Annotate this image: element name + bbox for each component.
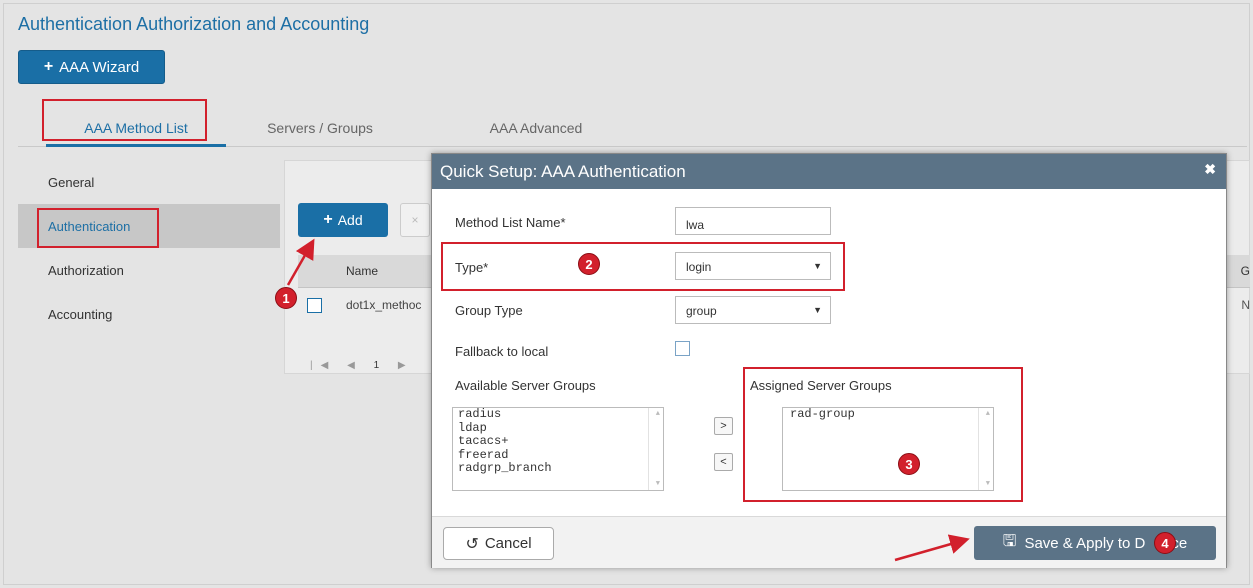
list-item[interactable]: radius bbox=[453, 407, 663, 422]
add-button[interactable]: + Add bbox=[298, 203, 388, 237]
fallback-label: Fallback to local bbox=[455, 344, 549, 359]
plus-icon: + bbox=[323, 211, 333, 228]
callout-badge-3: 3 bbox=[898, 453, 920, 475]
row-name-cell: dot1x_methoc bbox=[346, 298, 422, 312]
column-header-group[interactable]: G bbox=[1241, 264, 1250, 278]
chevron-down-icon: ▼ bbox=[813, 305, 822, 315]
scroll-up-icon[interactable]: ▲ bbox=[656, 410, 660, 418]
plus-icon: + bbox=[43, 58, 54, 75]
modal-footer: ↺ Cancel 🖫 Save & Apply to D ce bbox=[432, 516, 1226, 568]
prev-page-icon[interactable]: ◀ bbox=[347, 360, 363, 371]
modal-title: Quick Setup: AAA Authentication bbox=[440, 162, 686, 181]
callout-badge-1: 1 bbox=[275, 287, 297, 309]
aaa-wizard-button[interactable]: + AAA Wizard bbox=[18, 50, 165, 84]
tab-label: AAA Advanced bbox=[489, 120, 583, 136]
fallback-checkbox[interactable] bbox=[675, 341, 690, 356]
cancel-label: Cancel bbox=[484, 535, 532, 552]
add-label: Add bbox=[337, 212, 363, 228]
first-page-icon[interactable]: |◀ bbox=[310, 360, 336, 371]
aaa-wizard-label: AAA Wizard bbox=[59, 58, 140, 76]
sidebar-item-accounting[interactable]: Accounting bbox=[18, 292, 280, 336]
list-item[interactable]: radgrp_branch bbox=[453, 461, 663, 476]
highlight-authentication-item bbox=[37, 208, 159, 248]
save-icon: 🖫 bbox=[1002, 532, 1017, 550]
column-header-name[interactable]: Name bbox=[346, 264, 378, 278]
method-list-name-input[interactable] bbox=[675, 207, 831, 235]
highlight-method-list-tab bbox=[42, 99, 207, 141]
page-number[interactable]: 1 bbox=[374, 360, 388, 371]
list-item[interactable]: tacacs+ bbox=[453, 434, 663, 449]
move-left-button[interactable]: < bbox=[714, 453, 733, 471]
save-apply-button[interactable]: 🖫 Save & Apply to D ce bbox=[974, 526, 1216, 560]
sidebar-nav: General Authentication Authorization Acc… bbox=[18, 160, 280, 336]
callout-badge-2: 2 bbox=[578, 253, 600, 275]
group-type-select-value: group bbox=[686, 304, 717, 318]
pager: |◀ ◀ 1 ▶ bbox=[310, 360, 414, 371]
list-scrollbar[interactable]: ▲ ▼ bbox=[648, 408, 663, 490]
available-groups-list[interactable]: radius ldap tacacs+ freerad radgrp_branc… bbox=[452, 407, 664, 491]
callout-badge-4: 4 bbox=[1154, 532, 1176, 554]
sidebar-item-authorization[interactable]: Authorization bbox=[18, 248, 280, 292]
sidebar-item-general[interactable]: General bbox=[18, 160, 280, 204]
list-item[interactable]: freerad bbox=[453, 448, 663, 463]
move-right-button[interactable]: > bbox=[714, 417, 733, 435]
delete-button[interactable]: × bbox=[400, 203, 430, 237]
page-title: Authentication Authorization and Account… bbox=[18, 14, 370, 34]
available-groups-label: Available Server Groups bbox=[455, 378, 596, 393]
row-group-cell: N bbox=[1241, 298, 1250, 312]
save-apply-label: Save & Apply to D bbox=[1024, 534, 1146, 552]
close-icon[interactable]: ✖ bbox=[1204, 161, 1216, 178]
modal-header: Quick Setup: AAA Authentication ✖ bbox=[432, 154, 1226, 189]
undo-icon: ↺ bbox=[465, 535, 479, 553]
scroll-down-icon[interactable]: ▼ bbox=[656, 480, 660, 488]
next-page-icon[interactable]: ▶ bbox=[398, 360, 414, 371]
group-type-select[interactable]: group ▼ bbox=[675, 296, 831, 324]
tab-servers-groups[interactable]: Servers / Groups bbox=[250, 112, 390, 144]
row-checkbox[interactable] bbox=[307, 298, 322, 313]
method-list-name-label: Method List Name* bbox=[455, 215, 566, 230]
tab-label: Servers / Groups bbox=[267, 120, 373, 136]
list-item[interactable]: ldap bbox=[453, 421, 663, 436]
cancel-button[interactable]: ↺ Cancel bbox=[443, 527, 554, 560]
highlight-type-row bbox=[441, 242, 845, 291]
quick-setup-modal: Quick Setup: AAA Authentication ✖ Method… bbox=[431, 153, 1227, 568]
tab-aaa-advanced[interactable]: AAA Advanced bbox=[466, 112, 606, 144]
highlight-assigned-groups bbox=[743, 367, 1023, 502]
group-type-label: Group Type bbox=[455, 303, 523, 318]
